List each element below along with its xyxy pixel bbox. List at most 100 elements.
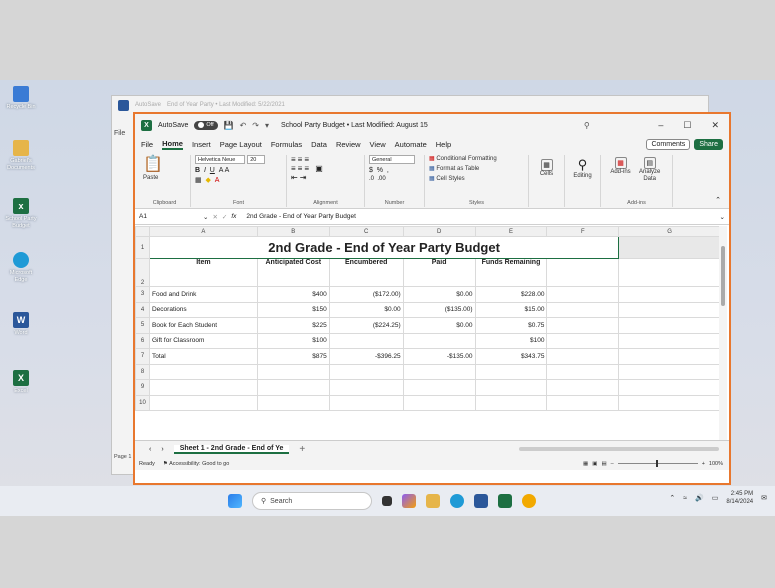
cell[interactable]: $0.00: [328, 301, 404, 318]
tab-data[interactable]: Data: [311, 140, 327, 149]
column-header[interactable]: D: [402, 226, 476, 237]
cell[interactable]: [546, 258, 620, 287]
customize-toolbar-icon[interactable]: ▾: [265, 121, 269, 130]
cancel-entry-icon[interactable]: ✕: [212, 213, 217, 221]
row-header[interactable]: 6: [135, 332, 150, 349]
editing-group[interactable]: ⚲ Editing: [565, 155, 601, 207]
taskbar-search[interactable]: ⚲ Search: [252, 492, 372, 510]
paste-button[interactable]: Paste: [143, 175, 186, 181]
row-header[interactable]: 5: [135, 317, 150, 334]
cell[interactable]: Book for Each Student: [148, 317, 258, 334]
column-header[interactable]: B: [256, 226, 330, 237]
zoom-slider[interactable]: [617, 460, 698, 467]
cell[interactable]: [402, 394, 476, 411]
cell[interactable]: [328, 363, 404, 380]
row-header[interactable]: 3: [135, 286, 150, 303]
comma-icon[interactable]: ,: [387, 167, 389, 174]
align-bottom-icon[interactable]: ≡: [304, 155, 311, 164]
cell[interactable]: [256, 394, 330, 411]
wifi-icon[interactable]: ≈: [683, 495, 687, 502]
tab-view[interactable]: View: [370, 140, 386, 149]
vertical-scrollbar[interactable]: [719, 226, 727, 440]
cell[interactable]: [546, 332, 620, 349]
column-header[interactable]: F: [546, 226, 620, 237]
indent-icon[interactable]: ⇤: [291, 173, 300, 182]
header-cell[interactable]: Paid: [402, 258, 476, 287]
cell[interactable]: [546, 348, 620, 365]
tab-automate[interactable]: Automate: [395, 140, 427, 149]
prev-sheet-icon[interactable]: ‹: [149, 446, 151, 453]
cell-styles-button[interactable]: ▦ Cell Styles: [429, 175, 524, 182]
row-header[interactable]: 1: [135, 236, 150, 259]
minimize-button[interactable]: –: [658, 120, 663, 131]
tab-formulas[interactable]: Formulas: [271, 140, 302, 149]
paste-icon[interactable]: 📋: [143, 155, 186, 175]
cell[interactable]: ($135.00): [402, 301, 476, 318]
worksheet-grid[interactable]: A B C D E F G 1 2nd Grade - End of Year …: [135, 226, 721, 440]
header-cell[interactable]: Funds Remaining: [474, 258, 548, 287]
save-icon[interactable]: 💾: [224, 121, 234, 130]
cell[interactable]: ($172.00): [328, 286, 404, 303]
file-explorer-icon[interactable]: [426, 494, 440, 508]
cell[interactable]: [618, 258, 721, 287]
expand-formula-bar-icon[interactable]: ⌄: [720, 213, 725, 221]
row-header[interactable]: 4: [135, 301, 150, 318]
share-button[interactable]: Share: [694, 139, 723, 150]
outlook-icon[interactable]: [474, 494, 488, 508]
column-header[interactable]: C: [328, 226, 404, 237]
cell[interactable]: Decorations: [148, 301, 258, 318]
font-name-select[interactable]: Helvetica Neue: [195, 155, 245, 164]
show-hidden-icons-icon[interactable]: ⌃: [669, 494, 675, 502]
cell[interactable]: Gift for Classroom: [148, 332, 258, 349]
cell[interactable]: -$396.25: [328, 348, 404, 365]
row-header[interactable]: 2: [135, 258, 150, 287]
undo-icon[interactable]: ↶: [240, 121, 247, 130]
tab-insert[interactable]: Insert: [192, 140, 211, 149]
outdent-icon[interactable]: ⇥: [300, 173, 309, 182]
borders-icon[interactable]: ▦: [195, 177, 202, 184]
analyze-data-button[interactable]: ▤ Analyze Data: [637, 157, 663, 183]
desktop-icon-excel[interactable]: X Excel: [4, 370, 38, 395]
cell[interactable]: [618, 286, 721, 303]
cell[interactable]: ($224.25): [328, 317, 404, 334]
cell[interactable]: [618, 332, 721, 349]
volume-icon[interactable]: 🔊: [695, 494, 704, 502]
desktop-icon-documents[interactable]: Gabriel's Documents: [4, 140, 38, 172]
name-box[interactable]: A1: [139, 213, 199, 220]
accessibility-status[interactable]: ⚑ Accessibility: Good to go: [163, 461, 229, 467]
tab-page-layout[interactable]: Page Layout: [220, 140, 262, 149]
cell[interactable]: $150: [256, 301, 330, 318]
cell[interactable]: Food and Drink: [148, 286, 258, 303]
cell[interactable]: [148, 394, 258, 411]
format-as-table-button[interactable]: ▦ Format as Table: [429, 165, 524, 172]
select-all-corner[interactable]: [135, 226, 150, 237]
align-top-icon[interactable]: ≡: [291, 155, 298, 164]
cell[interactable]: [402, 332, 476, 349]
percent-icon[interactable]: %: [377, 167, 383, 174]
cell[interactable]: $15.00: [474, 301, 548, 318]
align-right-icon[interactable]: ≡: [304, 164, 311, 173]
column-header[interactable]: A: [148, 226, 258, 237]
number-format-select[interactable]: General: [369, 155, 415, 164]
page-layout-view-icon[interactable]: ▣: [592, 461, 597, 467]
page-break-view-icon[interactable]: ▤: [601, 461, 606, 467]
desktop-icon-school-party-budget[interactable]: x School Party Budget: [4, 198, 38, 230]
cell[interactable]: [328, 394, 404, 411]
desktop-icon-word[interactable]: W Word: [4, 312, 38, 337]
cell[interactable]: [618, 236, 721, 259]
cell[interactable]: [328, 379, 404, 396]
italic-button[interactable]: I: [204, 167, 206, 174]
tab-file[interactable]: File: [141, 140, 153, 149]
cell[interactable]: [148, 379, 258, 396]
bold-button[interactable]: B: [195, 167, 200, 174]
cell[interactable]: [618, 379, 721, 396]
cell[interactable]: $228.00: [474, 286, 548, 303]
excel-window[interactable]: X AutoSave Off 💾 ↶ ↷ ▾ School Party Budg…: [133, 112, 731, 485]
header-cell[interactable]: Encumbered: [328, 258, 404, 287]
cell[interactable]: $0.75: [474, 317, 548, 334]
cell[interactable]: [618, 348, 721, 365]
cell[interactable]: [546, 394, 620, 411]
cell[interactable]: [618, 301, 721, 318]
row-header[interactable]: 10: [135, 394, 150, 411]
edge-icon[interactable]: [450, 494, 464, 508]
